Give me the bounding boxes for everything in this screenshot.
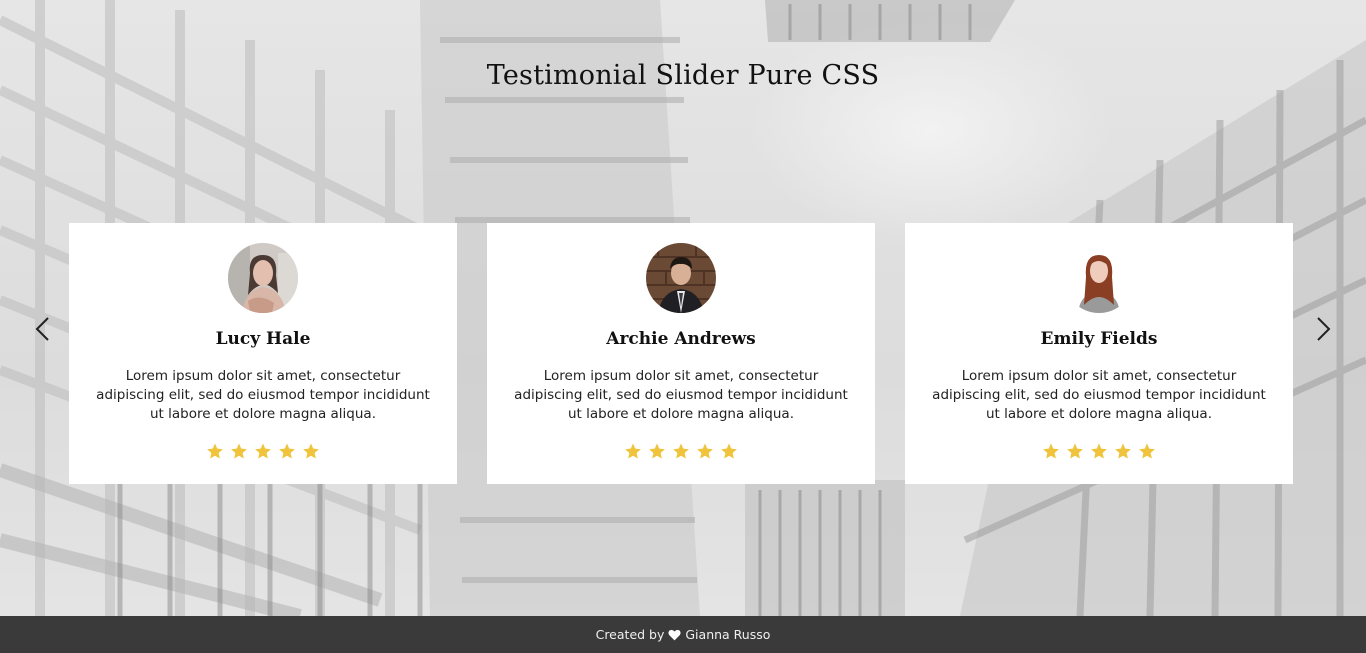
chevron-left-icon	[35, 317, 49, 341]
star-icon	[697, 443, 713, 459]
prev-slide-button[interactable]	[27, 313, 57, 345]
avatar	[1064, 243, 1134, 313]
page-title: Testimonial Slider Pure CSS	[486, 60, 880, 91]
footer-prefix: Created by	[595, 627, 665, 642]
star-icon	[721, 443, 737, 459]
star-icon	[231, 443, 247, 459]
star-icon	[279, 443, 295, 459]
star-icon	[1139, 443, 1155, 459]
footer-author-link[interactable]: Gianna Russo	[685, 627, 770, 642]
testimonial-cards: Lucy Hale Lorem ipsum dolor sit amet, co…	[69, 223, 1293, 484]
star-icon	[1043, 443, 1059, 459]
testimonial-card: Archie Andrews Lorem ipsum dolor sit ame…	[487, 223, 875, 484]
testimonial-text: Lorem ipsum dolor sit amet, consectetur …	[932, 368, 1266, 422]
star-rating	[624, 442, 738, 460]
testimonial-name: Archie Andrews	[606, 329, 756, 349]
chevron-right-icon	[1317, 317, 1331, 341]
star-rating	[206, 442, 320, 460]
star-icon	[255, 443, 271, 459]
star-icon	[1067, 443, 1083, 459]
testimonial-text: Lorem ipsum dolor sit amet, consectetur …	[514, 368, 848, 422]
footer: Created by Gianna Russo	[0, 616, 1366, 653]
testimonial-name: Lucy Hale	[215, 329, 311, 349]
avatar	[228, 243, 298, 313]
testimonial-name: Emily Fields	[1040, 329, 1158, 349]
next-slide-button[interactable]	[1309, 313, 1339, 345]
star-icon	[673, 443, 689, 459]
star-icon	[649, 443, 665, 459]
star-icon	[1115, 443, 1131, 459]
testimonial-card: Emily Fields Lorem ipsum dolor sit amet,…	[905, 223, 1293, 484]
star-icon	[625, 443, 641, 459]
avatar	[646, 243, 716, 313]
star-rating	[1042, 442, 1156, 460]
testimonial-text: Lorem ipsum dolor sit amet, consectetur …	[96, 368, 430, 422]
star-icon	[1091, 443, 1107, 459]
testimonial-card: Lucy Hale Lorem ipsum dolor sit amet, co…	[69, 223, 457, 484]
heart-icon	[668, 629, 681, 641]
star-icon	[303, 443, 319, 459]
star-icon	[207, 443, 223, 459]
